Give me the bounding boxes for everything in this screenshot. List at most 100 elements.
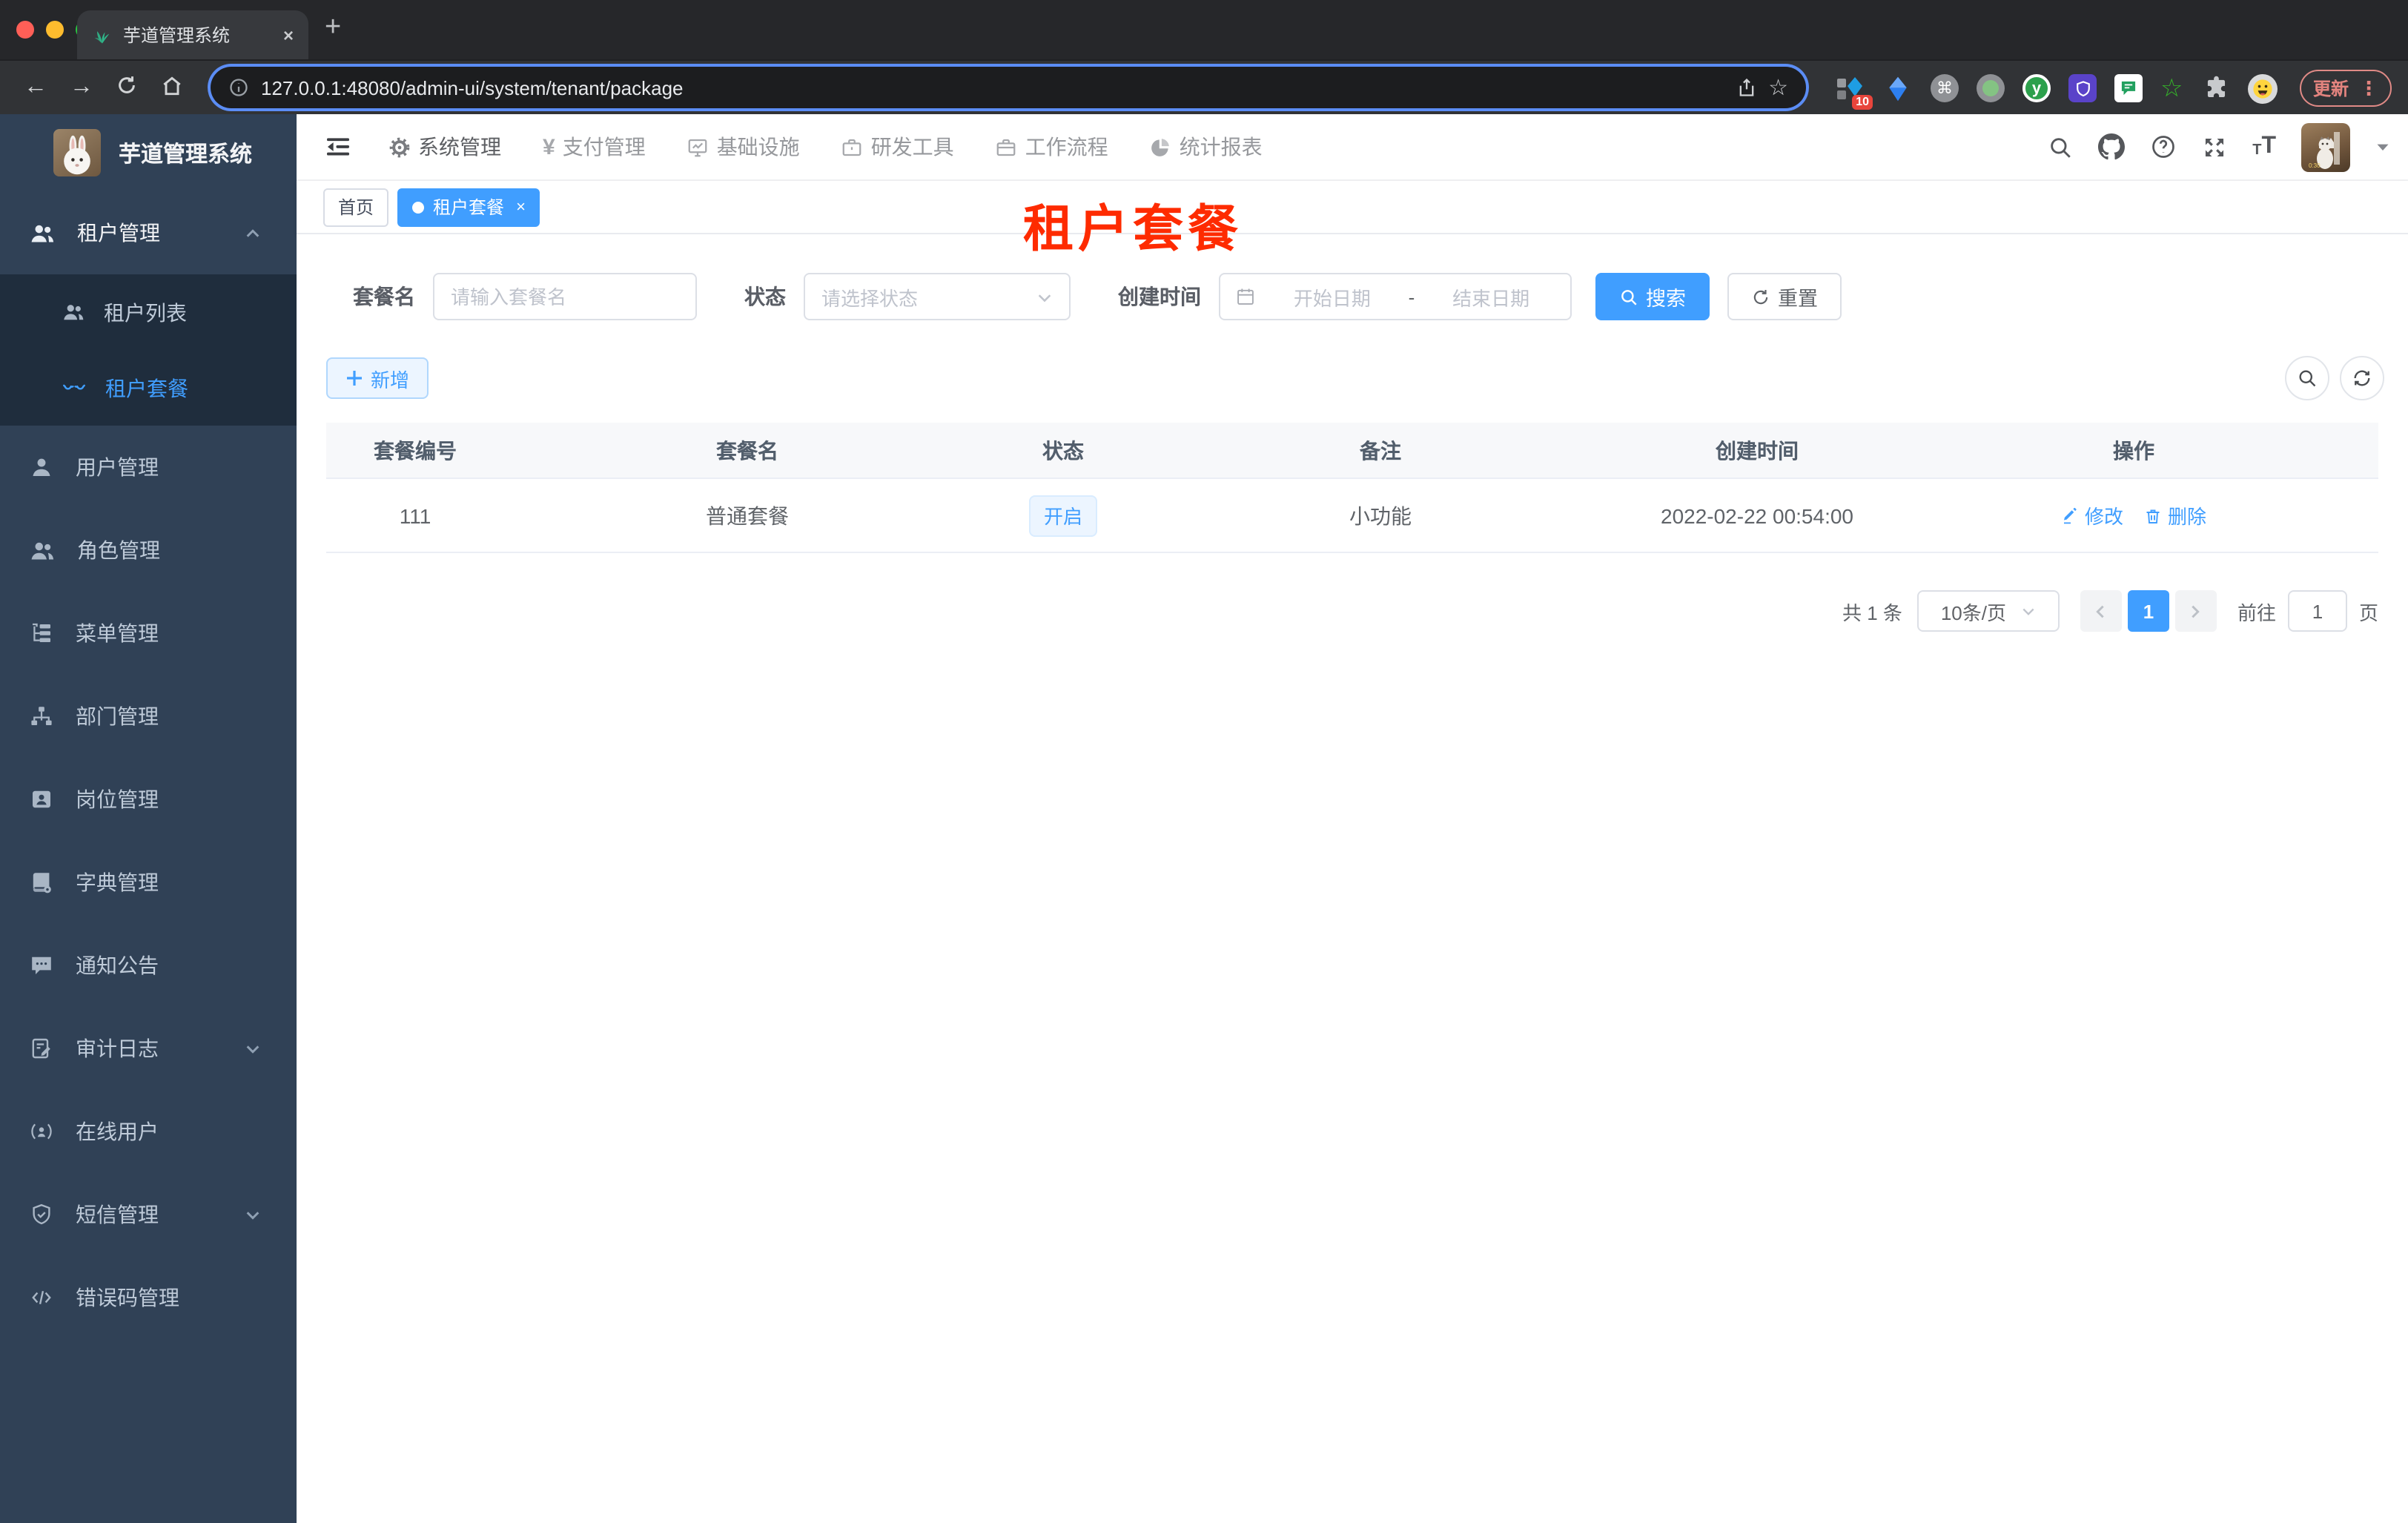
user-avatar[interactable]: 0:30 bbox=[2301, 122, 2350, 171]
screen: 芋道管理系统 × + ← → 127.0.0.1:48080/admin-ui/… bbox=[0, 0, 2408, 1523]
sidebar-item-user-management[interactable]: 用户管理 bbox=[0, 426, 297, 509]
url-bar[interactable]: 127.0.0.1:48080/admin-ui/system/tenant/p… bbox=[211, 67, 1806, 108]
fullscreen-icon[interactable] bbox=[2202, 134, 2227, 159]
glasses-icon bbox=[62, 376, 86, 400]
extension-blue-diamond-icon[interactable]: 10 bbox=[1836, 73, 1873, 109]
extensions-row: 10 ⌘ y ☆ bbox=[1836, 61, 2278, 116]
extension-emoji-icon[interactable] bbox=[2248, 73, 2278, 103]
site-info-icon[interactable] bbox=[228, 77, 249, 98]
tab-close-icon[interactable]: × bbox=[283, 24, 294, 45]
monitor-icon bbox=[687, 136, 710, 158]
extension-shield-icon[interactable] bbox=[2068, 74, 2097, 102]
sidebar-item-label: 短信管理 bbox=[76, 1203, 159, 1226]
column-header: 状态 bbox=[1042, 438, 1084, 462]
share-icon[interactable] bbox=[1736, 77, 1756, 98]
sidebar-collapse-icon[interactable] bbox=[323, 132, 353, 162]
sidebar-item-audit-log[interactable]: 审计日志 bbox=[0, 1007, 297, 1090]
nav-item-reports[interactable]: 统计报表 bbox=[1150, 132, 1263, 162]
package-name-input[interactable] bbox=[433, 273, 697, 320]
date-end-placeholder[interactable]: 结束日期 bbox=[1426, 283, 1555, 311]
main-content: 套餐名 状态 请选择状态 创建时间 开始日期 - 结束日期 bbox=[297, 234, 2408, 1523]
avatar-caret-icon[interactable] bbox=[2375, 139, 2390, 154]
sidebar-item-label: 岗位管理 bbox=[76, 787, 159, 811]
window-close-button[interactable] bbox=[16, 21, 34, 39]
font-size-icon[interactable]: TT bbox=[2252, 134, 2276, 159]
plus-icon bbox=[347, 371, 362, 386]
status-select[interactable]: 请选择状态 bbox=[804, 273, 1071, 320]
sidebar-item-notice[interactable]: 通知公告 bbox=[0, 924, 297, 1007]
table-header-row: 套餐编号 套餐名 状态 备注 创建时间 操作 bbox=[326, 423, 2378, 479]
window-minimize-button[interactable] bbox=[46, 21, 64, 39]
extensions-puzzle-icon[interactable] bbox=[2201, 73, 2231, 103]
nav-item-dev-tools[interactable]: 研发工具 bbox=[841, 132, 954, 162]
refresh-icon bbox=[1751, 287, 1770, 306]
reset-button[interactable]: 重置 bbox=[1727, 273, 1842, 320]
home-icon[interactable] bbox=[160, 74, 184, 98]
github-icon[interactable] bbox=[2098, 133, 2126, 160]
browser-menu-kebab-icon[interactable]: ⋮ bbox=[2359, 79, 2378, 98]
sidebar-item-post-management[interactable]: 岗位管理 bbox=[0, 758, 297, 841]
sidebar-item-online-users[interactable]: 在线用户 bbox=[0, 1090, 297, 1173]
new-tab-button[interactable]: + bbox=[325, 12, 341, 44]
bookmark-star-icon[interactable]: ☆ bbox=[1768, 74, 1788, 101]
cell-status: 开启 bbox=[990, 495, 1136, 536]
cell-package-id: 111 bbox=[399, 503, 431, 527]
extension-chat-icon[interactable] bbox=[2114, 74, 2143, 102]
status-select-placeholder: 请选择状态 bbox=[821, 287, 919, 309]
date-range-picker[interactable]: 开始日期 - 结束日期 bbox=[1219, 273, 1572, 320]
sidebar-item-error-code[interactable]: 错误码管理 bbox=[0, 1256, 297, 1339]
next-page-icon[interactable] bbox=[2174, 590, 2217, 632]
tag-home[interactable]: 首页 bbox=[323, 188, 389, 226]
sidebar-item-role-management[interactable]: 角色管理 bbox=[0, 509, 297, 592]
sidebar-item-dept-management[interactable]: 部门管理 bbox=[0, 675, 297, 758]
edit-link[interactable]: 修改 bbox=[2061, 501, 2123, 529]
sidebar-item-sms-management[interactable]: 短信管理 bbox=[0, 1173, 297, 1256]
table-search-toggle-icon[interactable] bbox=[2285, 356, 2329, 400]
nav-item-payment[interactable]: ¥ 支付管理 bbox=[543, 132, 646, 162]
log-pen-icon bbox=[30, 1037, 53, 1060]
tag-tenant-package[interactable]: 租户套餐 × bbox=[397, 188, 540, 226]
sidebar-item-label: 在线用户 bbox=[76, 1120, 159, 1143]
forward-icon[interactable]: → bbox=[70, 73, 93, 102]
trash-icon bbox=[2146, 509, 2160, 523]
browser-update-button[interactable]: 更新 ⋮ bbox=[2300, 70, 2392, 107]
url-text[interactable]: 127.0.0.1:48080/admin-ui/system/tenant/p… bbox=[261, 76, 1724, 99]
sidebar-logo-row[interactable]: 芋道管理系统 bbox=[0, 114, 297, 191]
nav-item-workflow[interactable]: 工作流程 bbox=[996, 132, 1108, 162]
jump-page-input[interactable] bbox=[2287, 590, 2347, 632]
add-button[interactable]: 新增 bbox=[326, 357, 429, 399]
extension-y-icon[interactable]: y bbox=[2022, 74, 2051, 102]
sidebar-item-tenant-management[interactable]: 租户管理 bbox=[0, 191, 297, 274]
extension-recorder-icon[interactable] bbox=[1977, 74, 2005, 102]
browser-tabstrip: 芋道管理系统 × + bbox=[0, 0, 2408, 59]
page-number-button[interactable]: 1 bbox=[2127, 590, 2169, 632]
sidebar-item-dict-management[interactable]: 字典管理 bbox=[0, 841, 297, 924]
prev-page-icon[interactable] bbox=[2080, 590, 2122, 632]
search-icon[interactable] bbox=[2048, 134, 2073, 159]
extension-gem-icon[interactable] bbox=[1883, 73, 1913, 103]
tab-title: 芋道管理系统 bbox=[123, 25, 231, 46]
help-icon[interactable] bbox=[2150, 133, 2177, 160]
browser-tab[interactable]: 芋道管理系统 × bbox=[77, 10, 308, 59]
people-icon bbox=[30, 220, 55, 245]
back-icon[interactable]: ← bbox=[24, 73, 47, 102]
delete-link[interactable]: 删除 bbox=[2144, 501, 2206, 529]
name-filter-label: 套餐名 bbox=[353, 285, 415, 308]
sidebar-item-label: 租户列表 bbox=[104, 300, 187, 324]
nav-item-system[interactable]: 系统管理 bbox=[388, 132, 501, 162]
sidebar-item-menu-management[interactable]: 菜单管理 bbox=[0, 592, 297, 675]
column-header: 套餐名 bbox=[716, 438, 778, 462]
table-row: 111 普通套餐 开启 小功能 2022-02-22 00:54:00 修改 删… bbox=[326, 479, 2378, 553]
page-size-select[interactable]: 10条/页 bbox=[1916, 590, 2060, 632]
reload-icon[interactable] bbox=[116, 74, 138, 96]
tag-close-icon[interactable]: × bbox=[516, 198, 526, 216]
extension-star-icon[interactable]: ☆ bbox=[2160, 76, 2183, 101]
table-refresh-icon[interactable] bbox=[2340, 356, 2384, 400]
sidebar-item-tenant-package[interactable]: 租户套餐 bbox=[0, 350, 297, 426]
chevron-down-icon bbox=[1036, 288, 1053, 305]
sidebar-item-tenant-list[interactable]: 租户列表 bbox=[0, 274, 297, 350]
nav-item-infrastructure[interactable]: 基础设施 bbox=[687, 132, 800, 162]
search-button[interactable]: 搜索 bbox=[1595, 273, 1710, 320]
date-start-placeholder[interactable]: 开始日期 bbox=[1268, 283, 1397, 311]
extension-command-icon[interactable]: ⌘ bbox=[1931, 74, 1959, 102]
